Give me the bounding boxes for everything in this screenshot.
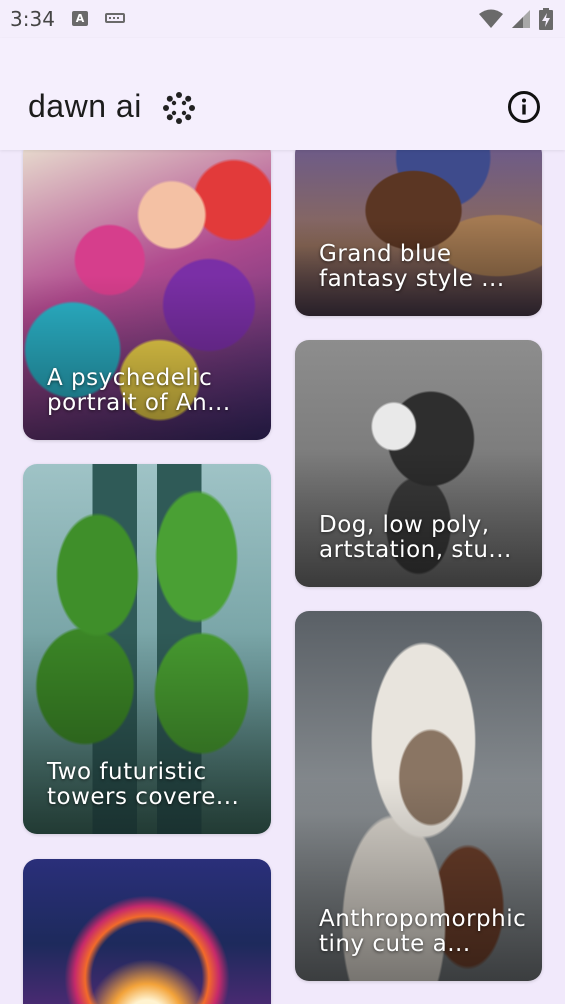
image-card[interactable]: Grand blue fantasy style ... [295, 150, 542, 316]
status-time: 3:34 [10, 7, 55, 31]
image-card[interactable] [23, 859, 271, 1004]
card-image [23, 859, 271, 1004]
keyboard-icon [105, 13, 125, 23]
dawn-logo-icon [163, 92, 195, 124]
text-notification-icon: A [72, 11, 88, 26]
info-button[interactable] [507, 90, 541, 124]
image-feed[interactable]: A psychedelic portrait of An... Two futu… [0, 150, 565, 1004]
battery-charging-icon [539, 8, 553, 30]
status-icons [479, 8, 553, 30]
image-card[interactable]: Two futuristic towers covere... [23, 464, 271, 834]
image-card[interactable]: A psychedelic portrait of An... [23, 150, 271, 440]
card-caption: Anthropomorphic tiny cute a... [319, 906, 527, 957]
card-caption: Grand blue fantasy style ... [319, 241, 505, 292]
wifi-icon [479, 9, 503, 28]
app-header: dawn ai [0, 38, 565, 150]
card-caption: A psychedelic portrait of An... [47, 365, 231, 416]
status-bar: 3:34 A [0, 0, 565, 38]
image-card[interactable]: Dog, low poly, artstation, stu... [295, 340, 542, 587]
image-card[interactable]: Anthropomorphic tiny cute a... [295, 611, 542, 981]
card-caption: Two futuristic towers covere... [47, 759, 240, 810]
card-caption: Dog, low poly, artstation, stu... [319, 512, 512, 563]
app-title: dawn ai [28, 88, 142, 124]
cell-signal-icon [512, 10, 530, 28]
